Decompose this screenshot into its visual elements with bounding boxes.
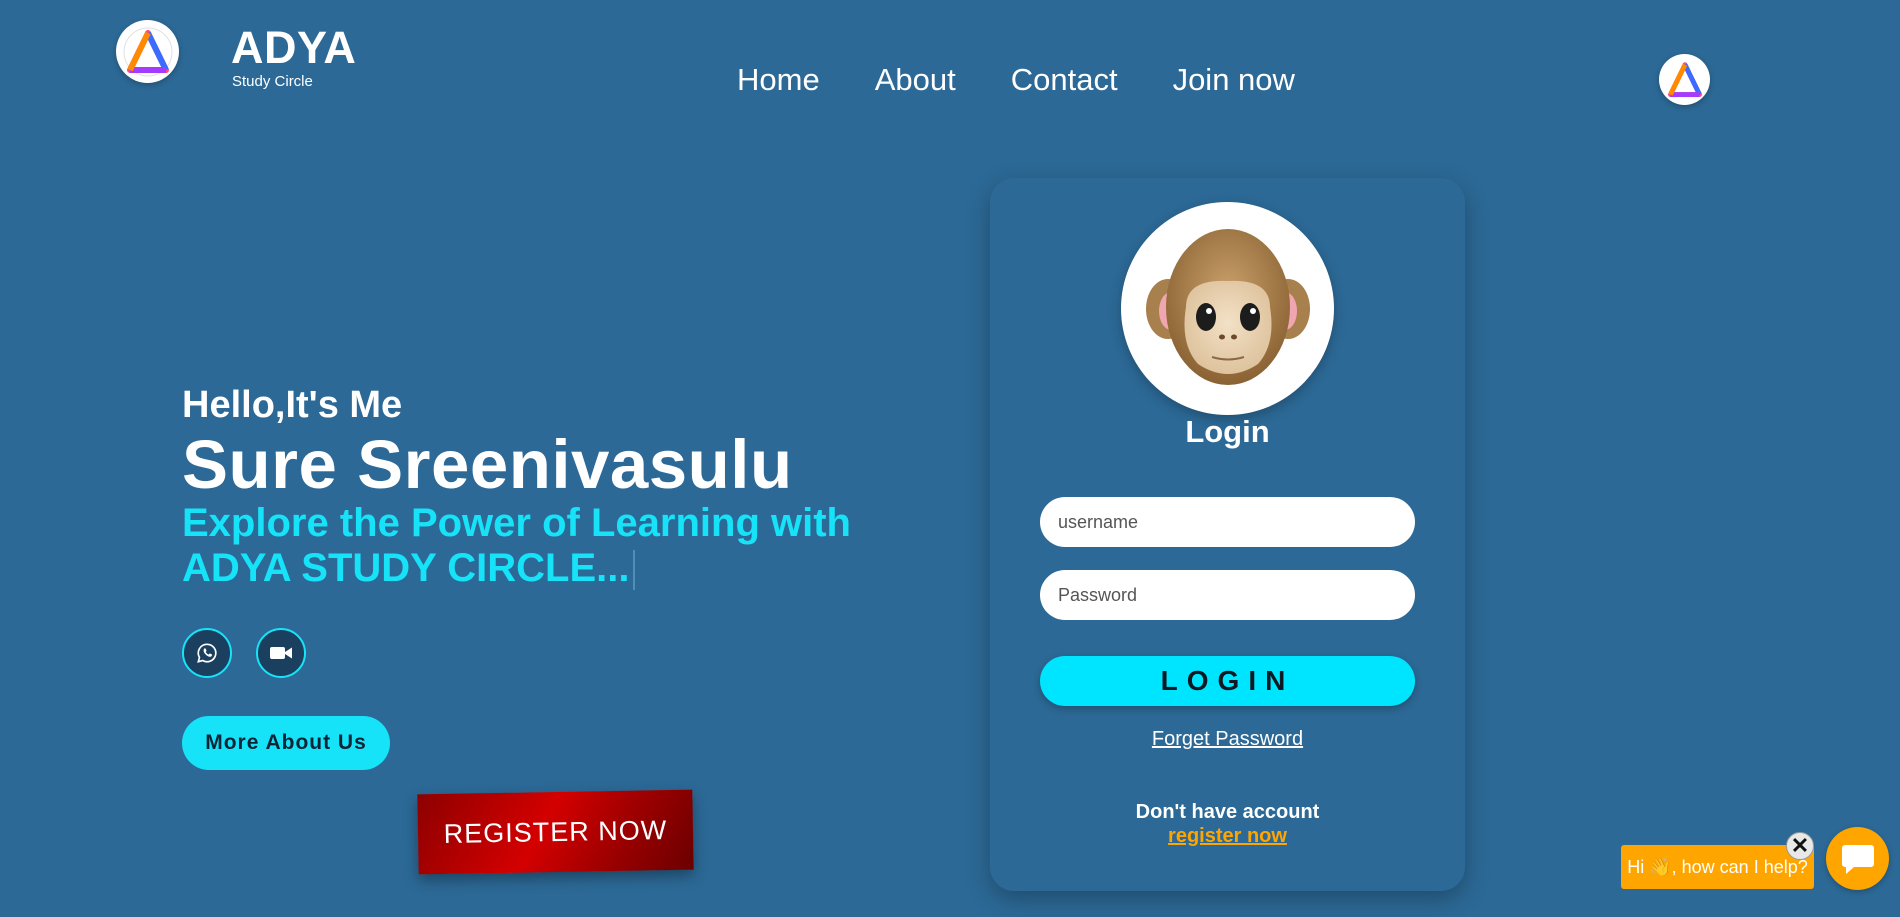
more-about-us-button[interactable]: More About Us <box>182 716 390 770</box>
brand-subtitle: Study Circle <box>232 73 313 90</box>
nav-about[interactable]: About <box>875 62 956 98</box>
page: ADYA Study Circle Home About Contact Joi… <box>0 0 1900 917</box>
chat-greeting-bubble[interactable]: Hi 👋, how can I help? <box>1621 845 1814 889</box>
nav-join-now[interactable]: Join now <box>1173 62 1295 98</box>
chat-open-button[interactable] <box>1826 827 1889 890</box>
username-input[interactable] <box>1040 497 1415 547</box>
brand-title: ADYA <box>231 22 357 73</box>
nav-home[interactable]: Home <box>737 62 820 98</box>
whatsapp-icon <box>197 643 217 663</box>
adya-logo-icon[interactable] <box>116 20 179 83</box>
video-camera-icon <box>270 647 292 659</box>
typing-cursor <box>633 550 636 591</box>
hero-tagline: Explore the Power of Learning with ADYA … <box>182 501 902 591</box>
whatsapp-button[interactable] <box>182 628 232 678</box>
hero-tagline-text: Explore the Power of Learning with ADYA … <box>182 501 851 590</box>
main-nav: Home About Contact Join now <box>737 62 1295 98</box>
no-account-label: Don't have account <box>1135 801 1320 823</box>
video-button[interactable] <box>256 628 306 678</box>
login-button[interactable]: LOGIN <box>1040 656 1415 706</box>
monkey-face-icon <box>1145 228 1310 385</box>
chat-close-button[interactable]: ✕ <box>1786 832 1814 860</box>
login-avatar <box>1121 202 1334 415</box>
password-input[interactable] <box>1040 570 1415 620</box>
hero-name: Sure Sreenivasulu <box>182 426 793 503</box>
register-now-link[interactable]: register now <box>990 825 1465 848</box>
login-card: Login LOGIN Forget Password Don't have a… <box>990 178 1465 891</box>
register-now-button[interactable]: REGISTER NOW <box>417 789 694 875</box>
nav-contact[interactable]: Contact <box>1011 62 1118 98</box>
chat-bubble-icon <box>1841 844 1874 874</box>
adya-logo-small-icon[interactable] <box>1659 54 1710 105</box>
login-title: Login <box>1185 414 1270 449</box>
forget-password-link[interactable]: Forget Password <box>990 728 1465 751</box>
hero-greeting: Hello,It's Me <box>182 384 403 426</box>
